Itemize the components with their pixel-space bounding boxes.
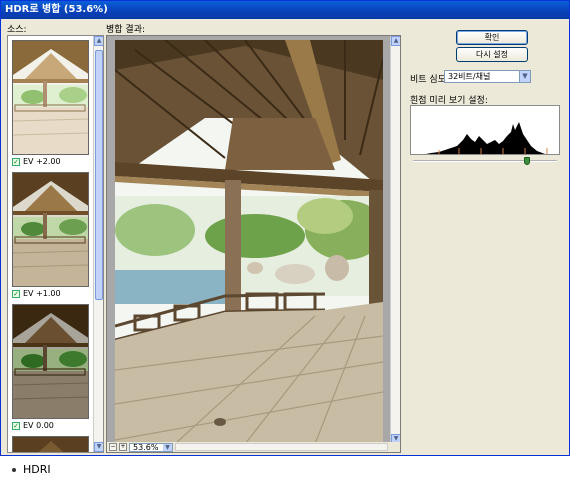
chevron-down-icon: ▼ [163, 443, 172, 451]
zoom-in-icon[interactable]: + [119, 443, 127, 451]
zoom-select[interactable]: 53.6% ▼ [129, 442, 173, 452]
dialog-title: HDR로 병합 (53.6%) [1, 1, 569, 19]
chevron-down-icon: ▼ [519, 71, 530, 82]
source-thumbnail[interactable] [12, 304, 89, 419]
preview-label: 병합 결과: [106, 25, 146, 35]
caption-text: HDRI [23, 463, 51, 476]
scroll-up-arrow-icon[interactable]: ▲ [94, 36, 103, 46]
merge-preview[interactable]: ▲ ▼ − + 53.6% ▼ [106, 35, 401, 453]
source-item-caption: ✓ EV +2.00 [12, 157, 61, 166]
preview-image [115, 40, 383, 444]
source-list[interactable]: ✓ EV +2.00 ✓ EV +1.00 ✓ EV 0.00 ▲ ▼ [7, 35, 104, 453]
source-label: 소스: [7, 25, 27, 35]
checkbox-checked-icon[interactable]: ✓ [12, 289, 20, 298]
source-item-caption: ✓ EV 0.00 [12, 421, 54, 430]
white-point-slider-thumb[interactable] [524, 157, 530, 165]
zoom-out-icon[interactable]: − [109, 443, 117, 451]
scroll-down-arrow-icon[interactable]: ▼ [94, 442, 103, 452]
reset-button[interactable]: 다시 설정 [456, 47, 528, 62]
checkbox-checked-icon[interactable]: ✓ [12, 157, 20, 166]
checkbox-checked-icon[interactable]: ✓ [12, 421, 20, 430]
source-item-caption: ✓ EV +1.00 [12, 289, 61, 298]
source-thumbnail[interactable] [12, 172, 89, 287]
preview-horizontal-scrollbar[interactable] [175, 443, 388, 451]
preview-vertical-scrollbar[interactable]: ▲ ▼ [390, 36, 400, 444]
source-scrollbar[interactable]: ▲ ▼ [93, 36, 103, 452]
figure-caption: HDRI [12, 463, 51, 476]
bullet-icon [12, 467, 16, 472]
ok-button[interactable]: 확인 [456, 30, 528, 45]
scroll-thumb[interactable] [95, 50, 103, 300]
bit-depth-value: 32비트/채널 [448, 72, 491, 81]
preview-statusbar: − + 53.6% ▼ [107, 442, 400, 452]
zoom-value: 53.6% [133, 442, 159, 452]
source-thumbnail[interactable] [12, 436, 89, 452]
scroll-up-arrow-icon[interactable]: ▲ [391, 36, 400, 46]
hdr-merge-dialog: HDR로 병합 (53.6%) 소스: 병합 결과: ✓ EV +2.00 ✓ … [0, 0, 570, 456]
source-thumbnail[interactable] [12, 40, 89, 155]
white-point-slider-track[interactable] [413, 160, 557, 162]
histogram [410, 105, 560, 155]
bit-depth-select[interactable]: 32비트/채널 ▼ [444, 70, 531, 83]
